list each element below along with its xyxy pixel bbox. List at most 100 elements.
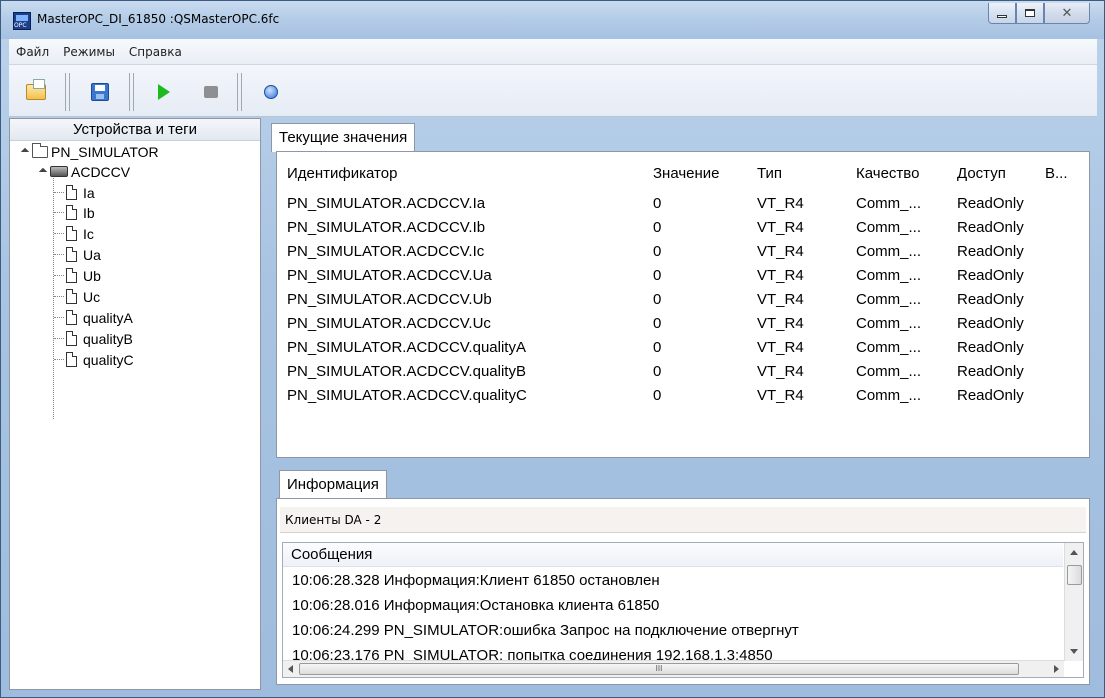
column-header-access[interactable]: Доступ <box>957 165 1006 182</box>
tag-icon <box>66 226 77 241</box>
menu-bar: Файл Режимы Справка <box>9 39 1097 65</box>
cell-access: ReadOnly <box>957 195 1024 212</box>
table-row[interactable]: PN_SIMULATOR.ACDCCV.qualityB 0 VT_R4 Com… <box>277 360 1089 384</box>
tree-node-device[interactable]: ACDCCV <box>40 161 130 182</box>
current-values-grid: Идентификатор Значение Тип Качество Дост… <box>276 151 1090 458</box>
tree-tag[interactable]: qualityB <box>54 328 133 349</box>
tag-icon <box>66 331 77 346</box>
cell-quality: Comm_... <box>856 339 922 356</box>
play-icon <box>158 84 170 100</box>
scroll-right-icon[interactable] <box>1054 665 1059 673</box>
table-row[interactable]: PN_SIMULATOR.ACDCCV.qualityC 0 VT_R4 Com… <box>277 384 1089 408</box>
messages-header[interactable]: Сообщения <box>283 543 1063 567</box>
tree-tag-label: Uc <box>83 288 101 305</box>
tree-tag-label: Ia <box>83 184 95 201</box>
tree-tag[interactable]: Ic <box>54 223 94 244</box>
tree-tag[interactable]: qualityC <box>54 349 134 370</box>
table-row[interactable]: PN_SIMULATOR.ACDCCV.qualityA 0 VT_R4 Com… <box>277 336 1089 360</box>
save-button[interactable] <box>89 81 111 103</box>
column-header-id[interactable]: Идентификатор <box>287 165 397 182</box>
menu-file[interactable]: Файл <box>9 45 56 59</box>
cell-value: 0 <box>653 195 662 212</box>
clients-count: Клиенты DA - 2 <box>280 507 1086 533</box>
scroll-up-icon[interactable] <box>1070 550 1078 555</box>
column-header-quality[interactable]: Качество <box>856 165 919 182</box>
tab-information[interactable]: Информация <box>279 470 387 499</box>
start-button[interactable] <box>153 81 175 103</box>
tree-tag[interactable]: Ua <box>54 244 101 265</box>
close-button[interactable]: ✕ <box>1044 3 1090 24</box>
table-row[interactable]: PN_SIMULATOR.ACDCCV.Ua 0 VT_R4 Comm_... … <box>277 264 1089 288</box>
cell-id: PN_SIMULATOR.ACDCCV.qualityA <box>287 339 526 356</box>
cell-type: VT_R4 <box>757 243 804 260</box>
toolbar-separator <box>129 73 134 111</box>
table-row[interactable]: PN_SIMULATOR.ACDCCV.Ub 0 VT_R4 Comm_... … <box>277 288 1089 312</box>
tree-tag[interactable]: Ib <box>54 202 95 223</box>
horizontal-scrollbar[interactable]: III <box>283 660 1064 677</box>
tree-guide-line <box>54 296 64 297</box>
tree-guide-line <box>54 317 64 318</box>
maximize-icon <box>1025 9 1035 17</box>
maximize-button[interactable] <box>1016 3 1044 24</box>
cell-value: 0 <box>653 387 662 404</box>
expand-toggle-icon[interactable] <box>40 168 48 176</box>
cell-access: ReadOnly <box>957 243 1024 260</box>
cell-id: PN_SIMULATOR.ACDCCV.Ic <box>287 243 485 260</box>
open-button[interactable] <box>25 79 47 103</box>
window-controls: ✕ <box>988 3 1090 25</box>
column-header-value[interactable]: Значение <box>653 165 720 182</box>
tree-node-root[interactable]: PN_SIMULATOR <box>22 141 159 162</box>
tree-tag-label: Ib <box>83 204 95 221</box>
cell-type: VT_R4 <box>757 315 804 332</box>
column-header-more[interactable]: В... <box>1045 165 1068 182</box>
cell-id: PN_SIMULATOR.ACDCCV.Uc <box>287 315 491 332</box>
tree-tag[interactable]: Ia <box>54 182 95 203</box>
cell-id: PN_SIMULATOR.ACDCCV.Ua <box>287 267 492 284</box>
cell-id: PN_SIMULATOR.ACDCCV.Ib <box>287 219 486 236</box>
window-title: MasterOPC_DI_61850 :QSMasterOPC.6fc <box>37 12 280 26</box>
toolbar <box>9 65 1097 117</box>
table-row[interactable]: PN_SIMULATOR.ACDCCV.Ib 0 VT_R4 Comm_... … <box>277 216 1089 240</box>
menu-modes[interactable]: Режимы <box>56 45 122 59</box>
help-button[interactable] <box>260 81 282 103</box>
menu-help[interactable]: Справка <box>122 45 189 59</box>
vertical-scrollbar[interactable] <box>1064 543 1083 661</box>
tree-tag[interactable]: Uc <box>54 286 100 307</box>
table-row[interactable]: PN_SIMULATOR.ACDCCV.Ia 0 VT_R4 Comm_... … <box>277 192 1089 216</box>
tree-tag[interactable]: qualityA <box>54 307 133 328</box>
tree-tag[interactable]: Ub <box>54 265 101 286</box>
cell-value: 0 <box>653 315 662 332</box>
tree-guide-line <box>54 359 64 360</box>
tree-guide-line <box>54 233 64 234</box>
cell-value: 0 <box>653 291 662 308</box>
cell-access: ReadOnly <box>957 291 1024 308</box>
scroll-thumb[interactable] <box>1067 565 1082 585</box>
stop-button[interactable] <box>200 81 222 103</box>
messages-list[interactable]: Сообщения 10:06:28.328 Информация:Клиент… <box>282 542 1084 678</box>
cell-value: 0 <box>653 219 662 236</box>
cell-access: ReadOnly <box>957 315 1024 332</box>
column-header-type[interactable]: Тип <box>757 165 782 182</box>
expand-toggle-icon[interactable] <box>22 148 30 156</box>
device-tree: PN_SIMULATOR ACDCCV Ia Ib Ic Ua Ub Uc qu… <box>10 141 260 681</box>
cell-id: PN_SIMULATOR.ACDCCV.Ia <box>287 195 486 212</box>
table-row[interactable]: PN_SIMULATOR.ACDCCV.Ic 0 VT_R4 Comm_... … <box>277 240 1089 264</box>
cell-type: VT_R4 <box>757 291 804 308</box>
tag-icon <box>66 185 77 200</box>
tag-icon <box>66 268 77 283</box>
grid-header: Идентификатор Значение Тип Качество Дост… <box>277 161 1089 189</box>
app-window: MasterOPC_DI_61850 :QSMasterOPC.6fc ✕ Фа… <box>0 0 1105 698</box>
scroll-down-icon[interactable] <box>1070 649 1078 654</box>
minimize-button[interactable] <box>988 3 1016 24</box>
app-icon <box>13 12 31 30</box>
cell-type: VT_R4 <box>757 363 804 380</box>
tree-guide-line <box>54 275 64 276</box>
table-row[interactable]: PN_SIMULATOR.ACDCCV.Uc 0 VT_R4 Comm_... … <box>277 312 1089 336</box>
scroll-left-icon[interactable] <box>288 665 293 673</box>
scroll-thumb-horizontal[interactable]: III <box>299 663 1019 675</box>
tab-current-values[interactable]: Текущие значения <box>271 123 416 152</box>
cell-value: 0 <box>653 363 662 380</box>
title-bar[interactable]: MasterOPC_DI_61850 :QSMasterOPC.6fc ✕ <box>1 1 1104 39</box>
tag-icon <box>66 247 77 262</box>
device-tree-header: Устройства и теги <box>10 119 260 141</box>
